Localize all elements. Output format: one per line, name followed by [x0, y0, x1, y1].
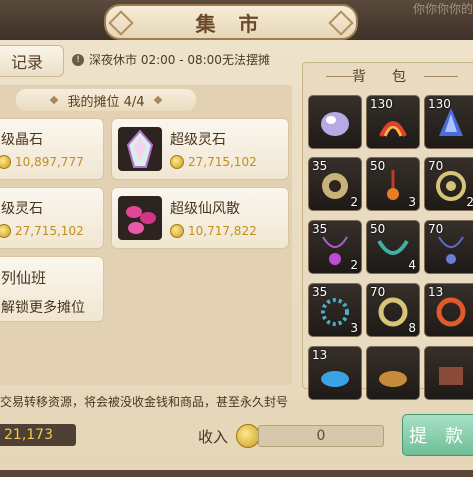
item-icon [375, 106, 411, 142]
record-button[interactable]: 记录 [0, 45, 64, 77]
window-title: 集 市 [195, 11, 267, 36]
item-level: 50 [370, 222, 386, 236]
slot-price: 27,715,102 [0, 224, 84, 238]
stall-slot[interactable]: 级灵石 27,715,102 [0, 187, 104, 249]
stall-slot[interactable]: 超级灵石 27,715,102 [111, 118, 289, 180]
bag-slot[interactable]: 35 3 [308, 283, 362, 337]
bag-slot[interactable] [366, 346, 420, 400]
slot-price: 10,717,822 [170, 224, 257, 238]
slot-price-value: 27,715,102 [188, 155, 257, 169]
slot-item-name: 级晶石 [1, 132, 43, 148]
warning-text: 交易转移资源，将会被没收金钱和商品，甚至永久封号 [0, 395, 289, 409]
locked-title: 列仙班 [1, 269, 47, 287]
item-level: 35 [312, 159, 328, 173]
item-icon [433, 168, 469, 204]
bag-title: 背包 [312, 66, 472, 86]
item-icon [317, 106, 353, 142]
slot-item-name: 超级灵石 [170, 132, 226, 148]
slot-price-value: 10,717,822 [188, 224, 257, 238]
locked-stall-slot[interactable]: 列仙班 解锁更多摊位 [0, 256, 104, 322]
item-icon [375, 294, 411, 330]
item-icon [375, 168, 411, 204]
item-icon [317, 168, 353, 204]
withdraw-button[interactable]: 提款 [402, 414, 473, 456]
window-title-plate: 集 市 [104, 4, 358, 40]
bag-slot[interactable] [308, 95, 362, 149]
market-notice: ! 深夜休市 02:00 - 08:00无法摆摊 [72, 51, 270, 68]
coin-icon [170, 224, 184, 238]
diamond-icon [50, 95, 59, 105]
bottom-strip [0, 470, 473, 477]
bag-slot[interactable]: 13 [308, 346, 362, 400]
coin-icon [0, 224, 11, 238]
income-label: 收入 [198, 428, 229, 446]
item-icon [317, 231, 353, 267]
info-icon: ! [72, 53, 84, 66]
slot-price-value: 10,897,777 [15, 155, 84, 169]
item-icon [317, 357, 353, 393]
divider [326, 76, 360, 77]
item-icon [433, 357, 469, 393]
bag-slot[interactable]: 50 3 [366, 157, 420, 211]
stall-header-text: 我的摊位 4/4 [67, 94, 145, 110]
item-count: 3 [408, 195, 416, 209]
item-icon [317, 294, 353, 330]
stall-header: 我的摊位 4/4 [16, 89, 196, 111]
ornament-icon [328, 10, 354, 36]
divider [424, 76, 458, 77]
item-level: 13 [312, 348, 328, 362]
bag-slot[interactable]: 70 8 [366, 283, 420, 337]
bag-slot[interactable]: 35 2 [308, 220, 362, 274]
coin-icon [236, 424, 260, 448]
money-display: 21,173 [0, 424, 76, 446]
item-count: 8 [408, 321, 416, 335]
bag-slot[interactable]: 130 [424, 95, 473, 149]
coin-icon [0, 155, 11, 169]
slot-item-name: 超级仙风散 [170, 201, 240, 217]
pill-item-icon [118, 196, 162, 240]
notice-text: 深夜休市 02:00 - 08:00无法摆摊 [89, 53, 270, 67]
item-icon [375, 231, 411, 267]
stall-slot[interactable]: 超级仙风散 10,717,822 [111, 187, 289, 249]
item-count: 2 [350, 258, 358, 272]
bag-slot[interactable]: 50 4 [366, 220, 420, 274]
item-level: 130 [428, 97, 451, 111]
item-icon [375, 357, 411, 393]
item-level: 70 [428, 222, 444, 236]
bag-slot[interactable]: 70 [424, 220, 473, 274]
income-field: 0 [258, 425, 384, 447]
bag-slot[interactable]: 35 2 [308, 157, 362, 211]
item-level: 130 [370, 97, 393, 111]
item-icon [433, 231, 469, 267]
item-count: 2 [466, 195, 473, 209]
item-icon [433, 294, 469, 330]
item-level: 13 [428, 285, 444, 299]
stall-slot[interactable]: 级晶石 10,897,777 [0, 118, 104, 180]
bag-slot[interactable] [424, 346, 473, 400]
item-level: 35 [312, 285, 328, 299]
item-count: 2 [350, 195, 358, 209]
crystal-item-icon [118, 127, 162, 171]
item-level: 70 [428, 159, 444, 173]
item-level: 35 [312, 222, 328, 236]
item-count: 3 [350, 321, 358, 335]
item-level: 70 [370, 285, 386, 299]
slot-price-value: 27,715,102 [15, 224, 84, 238]
bag-slot[interactable]: 130 [366, 95, 420, 149]
top-right-text: 你你你你的 [412, 2, 473, 16]
locked-desc: 解锁更多摊位 [1, 300, 85, 316]
diamond-icon [153, 95, 162, 105]
ornament-icon [108, 10, 134, 36]
slot-price: 10,897,777 [0, 155, 84, 169]
bag-slot[interactable]: 70 2 [424, 157, 473, 211]
coin-icon [170, 155, 184, 169]
bag-title-text: 背包 [352, 69, 432, 85]
slot-price: 27,715,102 [170, 155, 257, 169]
item-count: 4 [408, 258, 416, 272]
bag-slot[interactable]: 13 [424, 283, 473, 337]
item-icon [433, 106, 469, 142]
item-level: 50 [370, 159, 386, 173]
slot-item-name: 级灵石 [1, 201, 43, 217]
